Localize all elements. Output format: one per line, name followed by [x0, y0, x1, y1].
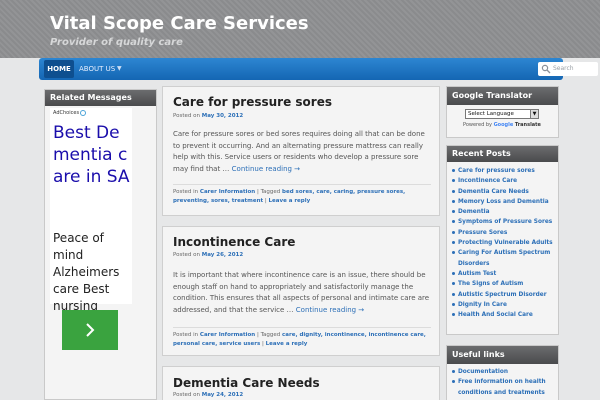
ad-next-button[interactable]	[62, 310, 118, 350]
language-select[interactable]: Select Language ▼	[465, 109, 539, 119]
recent-posts-list: Care for pressure sores Incontinence Car…	[452, 166, 556, 320]
post-card: Care for pressure sores Posted on May 30…	[162, 86, 440, 216]
ad-choices-icon[interactable]	[80, 110, 86, 116]
chevron-right-icon	[86, 323, 95, 337]
useful-link[interactable]: Documentation	[452, 367, 556, 377]
recent-post-link[interactable]: Incontinence Care	[452, 176, 556, 186]
tagged-label: Tagged	[260, 189, 281, 195]
recent-post-link[interactable]: Care for pressure sores	[452, 166, 556, 176]
ad-body[interactable]: Peace of mind Alzheimers care Best nursi…	[53, 230, 135, 315]
post-date: Posted on May 26, 2012	[173, 252, 243, 258]
recent-posts-widget: Recent Posts Care for pressure sores Inc…	[446, 145, 559, 335]
recent-post-link[interactable]: Health And Social Care	[452, 310, 556, 320]
post-card: Incontinence Care Posted on May 26, 2012…	[162, 226, 440, 356]
tagged-label: Tagged	[260, 332, 281, 338]
search-input[interactable]: Search	[538, 62, 598, 76]
recent-post-link[interactable]: The Signs of Autism	[452, 279, 556, 289]
post-excerpt: Care for pressure sores or bed sores req…	[173, 129, 431, 175]
recent-post-link[interactable]: Memory Loss and Dementia	[452, 197, 556, 207]
recent-post-link[interactable]: Protecting Vulnerable Adults	[452, 238, 556, 248]
google-translator-widget: Google Translator Select Language ▼ Powe…	[446, 86, 559, 138]
search-placeholder: Search	[553, 65, 574, 72]
post-title[interactable]: Care for pressure sores	[173, 95, 332, 109]
recent-post-link[interactable]: Caring For Autism Spectrum Disorders	[452, 248, 556, 269]
category-link[interactable]: Carer Information	[200, 332, 255, 338]
continue-reading-link[interactable]: Continue reading →	[232, 165, 300, 173]
divider	[173, 184, 431, 185]
recent-post-link[interactable]: Dementia	[452, 207, 556, 217]
posted-on-label: Posted on	[173, 252, 200, 258]
posted-on-label: Posted on	[173, 113, 200, 119]
post-date: Posted on May 30, 2012	[173, 113, 243, 119]
post-meta: Posted in Carer Information | Tagged car…	[173, 332, 426, 347]
leave-reply-link[interactable]: Leave a reply	[266, 341, 308, 347]
main-nav: HOME ABOUT US ▼ Search	[39, 58, 598, 80]
recent-post-link[interactable]: Autism Test	[452, 269, 556, 279]
leave-reply-link[interactable]: Leave a reply	[269, 198, 311, 204]
widget-title: Recent Posts	[447, 146, 558, 162]
related-messages-widget: Related Messages AdChoices Best Dementia…	[44, 89, 157, 400]
recent-post-link[interactable]: Dementia Care Needs	[452, 187, 556, 197]
chevron-down-icon[interactable]: ▼	[530, 110, 538, 118]
post-date-link[interactable]: May 24, 2012	[202, 392, 243, 398]
recent-post-link[interactable]: Dignity In Care	[452, 300, 556, 310]
powered-by: Powered by Google Translate	[463, 122, 541, 128]
header-band: Vital Scope Care Services Provider of qu…	[0, 0, 600, 58]
powered-by-label: Powered by	[463, 122, 492, 128]
recent-post-link[interactable]: Autistic Spectrum Disorder	[452, 290, 556, 300]
widget-title: Google Translator	[447, 87, 558, 105]
google-logo[interactable]: Google	[494, 122, 514, 128]
post-meta: Posted in Carer Information | Tagged bed…	[173, 189, 406, 204]
ad-unit[interactable]: AdChoices Best Dementia care in SA Peace…	[50, 108, 135, 318]
recent-post-link[interactable]: Symptoms of Pressure Sores	[452, 217, 556, 227]
posted-on-label: Posted on	[173, 392, 200, 398]
site-description: Provider of quality care	[50, 37, 183, 48]
post-card: Dementia Care Needs Posted on May 24, 20…	[162, 366, 440, 400]
ad-choices-label[interactable]: AdChoices	[53, 110, 79, 116]
post-title[interactable]: Incontinence Care	[173, 235, 295, 249]
posted-in-label: Posted in	[173, 189, 199, 195]
post-date-link[interactable]: May 30, 2012	[202, 113, 243, 119]
language-select-value: Select Language	[468, 111, 514, 117]
search-icon[interactable]	[541, 64, 551, 74]
post-date-link[interactable]: May 26, 2012	[202, 252, 243, 258]
chevron-down-icon[interactable]: ▼	[117, 60, 122, 78]
widget-title: Related Messages	[45, 90, 156, 106]
nav-item-about-us[interactable]: ABOUT US	[79, 60, 115, 78]
useful-links-list: Documentation Free information on health…	[452, 367, 556, 398]
ad-headline[interactable]: Best Dementia care in SA	[53, 122, 135, 188]
post-title[interactable]: Dementia Care Needs	[173, 376, 320, 390]
recent-post-link[interactable]: Pressure Sores	[452, 228, 556, 238]
post-excerpt: It is important that where incontinence …	[173, 270, 431, 316]
useful-link[interactable]: Free information on health conditions an…	[452, 377, 556, 398]
divider	[173, 327, 431, 328]
useful-links-widget: Useful links Documentation Free informat…	[446, 345, 559, 400]
continue-reading-link[interactable]: Continue reading →	[296, 306, 364, 314]
site-title[interactable]: Vital Scope Care Services	[50, 13, 309, 34]
category-link[interactable]: Carer Information	[200, 189, 255, 195]
post-date: Posted on May 24, 2012	[173, 392, 243, 398]
widget-title: Useful links	[447, 346, 558, 364]
translate-link[interactable]: Translate	[515, 122, 541, 128]
nav-item-home[interactable]: HOME	[44, 60, 74, 78]
posted-in-label: Posted in	[173, 332, 199, 338]
